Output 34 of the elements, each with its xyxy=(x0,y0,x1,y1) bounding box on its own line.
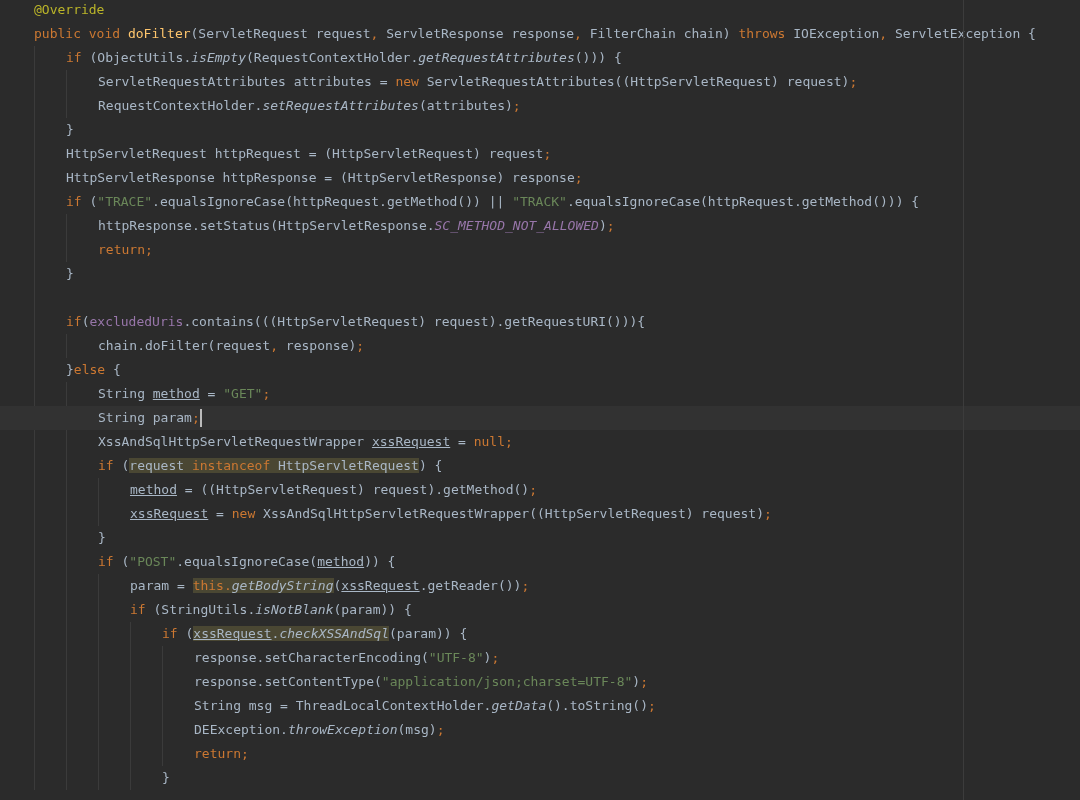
text-cursor-icon xyxy=(199,409,202,427)
code-line: xssRequest = new XssAndSqlHttpServletRequestWrapper((HttpServletRequest) request); xyxy=(130,505,772,523)
code-line: } xyxy=(66,121,74,139)
code-line: HttpServletRequest httpRequest = (HttpServletRequest) request; xyxy=(66,145,552,163)
code-line: chain.doFilter(request, response); xyxy=(98,337,365,355)
code-line: ServletRequestAttributes attributes = new ServletRequestAttributes((HttpServletRequest) request); xyxy=(98,73,858,91)
code-line: RequestContextHolder.setRequestAttributes(attributes); xyxy=(98,97,521,115)
code-line: @Override xyxy=(34,1,105,19)
code-line: String param; xyxy=(98,409,200,427)
code-line: if (request instanceof HttpServletRequest) { xyxy=(98,457,443,475)
code-line: } xyxy=(66,265,74,283)
code-line: method = ((HttpServletRequest) request).getMethod(); xyxy=(130,481,537,499)
code-line: public void doFilter(ServletRequest request, ServletResponse response, FilterChain chain) throws IOException, ServletException { xyxy=(34,25,1036,43)
code-line: } xyxy=(98,529,106,547)
code-line: XssAndSqlHttpServletRequestWrapper xssRequest = null; xyxy=(98,433,513,451)
code-line: String method = "GET"; xyxy=(98,385,271,403)
code-line: }else { xyxy=(66,361,121,379)
code-line: response.setContentType("application/json;charset=UTF-8"); xyxy=(194,673,648,691)
code-line: HttpServletResponse httpResponse = (HttpServletResponse) response; xyxy=(66,169,583,187)
code-line: return; xyxy=(98,241,153,259)
code-editor[interactable] xyxy=(0,0,1080,800)
code-line: if ("TRACE".equalsIgnoreCase(httpRequest.getMethod()) || "TRACK".equalsIgnoreCase(httpRequest.getMethod())) { xyxy=(66,193,920,211)
code-line: param = this.getBodyString(xssRequest.getReader()); xyxy=(130,577,530,595)
code-line: if (ObjectUtils.isEmpty(RequestContextHolder.getRequestAttributes())) { xyxy=(66,49,622,67)
code-line: String msg = ThreadLocalContextHolder.getData().toString(); xyxy=(194,697,656,715)
code-line: response.setCharacterEncoding("UTF-8"); xyxy=(194,649,500,667)
code-line: if ("POST".equalsIgnoreCase(method)) { xyxy=(98,553,396,571)
code-line: if(excludedUris.contains(((HttpServletRequest) request).getRequestURI())){ xyxy=(66,313,646,331)
code-line: return; xyxy=(194,745,249,763)
code-line: if (StringUtils.isNotBlank(param)) { xyxy=(130,601,412,619)
code-line: if (xssRequest.checkXSSAndSql(param)) { xyxy=(162,625,468,643)
code-line: } xyxy=(162,769,170,787)
code-line: httpResponse.setStatus(HttpServletResponse.SC_METHOD_NOT_ALLOWED); xyxy=(98,217,615,235)
code-line: DEException.throwException(msg); xyxy=(194,721,445,739)
